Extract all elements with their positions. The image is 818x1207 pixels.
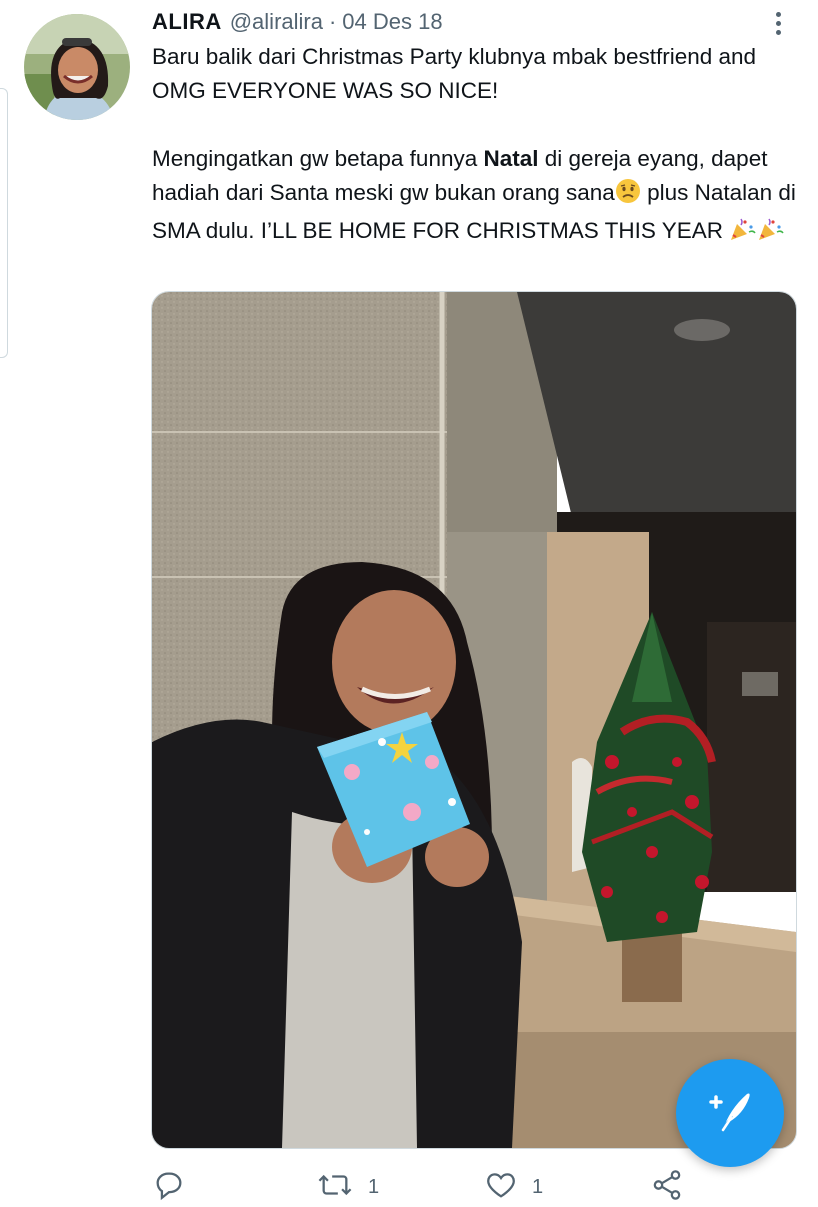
tweet-text-segment: Mengingatkan gw betapa funnya [152, 146, 484, 171]
tweet-paragraph-2: Mengingatkan gw betapa funnya Natal di g… [152, 142, 802, 252]
retweet-count: 1 [368, 1176, 380, 1198]
compose-tweet-button[interactable] [676, 1059, 784, 1167]
tweet-paragraph-1: Baru balik dari Christmas Party klubnya … [152, 44, 757, 103]
tweet-date[interactable]: 04 Des 18 [342, 9, 442, 35]
tweet-bold-word: Natal [483, 146, 539, 171]
retweet-icon [316, 1168, 354, 1207]
tweet-text: Baru balik dari Christmas Party klubnya … [152, 40, 802, 252]
tweet-actions: 1 1 [152, 1166, 802, 1201]
reply-icon [152, 1168, 186, 1207]
heart-icon [484, 1168, 518, 1207]
retweet-button[interactable]: 1 [316, 1168, 379, 1207]
like-count: 1 [532, 1176, 544, 1198]
avatar[interactable] [24, 14, 130, 120]
party-popper-emoji-icon [757, 216, 785, 252]
tweet-header: ALIRA @aliralira · 04 Des 18 [152, 8, 443, 36]
share-button[interactable] [650, 1168, 684, 1207]
compose-tweet-icon [703, 1084, 757, 1143]
sad-face-emoji-icon [615, 178, 641, 214]
tweet-photo[interactable] [151, 291, 797, 1149]
reply-button[interactable] [152, 1168, 186, 1207]
display-name[interactable]: ALIRA [152, 9, 222, 35]
more-options-icon[interactable] [764, 8, 792, 38]
side-panel-edge [0, 88, 8, 358]
like-button[interactable]: 1 [484, 1168, 543, 1207]
header-separator: · [328, 9, 337, 34]
user-handle[interactable]: @aliralira [230, 9, 323, 35]
share-icon [650, 1168, 684, 1207]
party-popper-emoji-icon [729, 216, 757, 252]
